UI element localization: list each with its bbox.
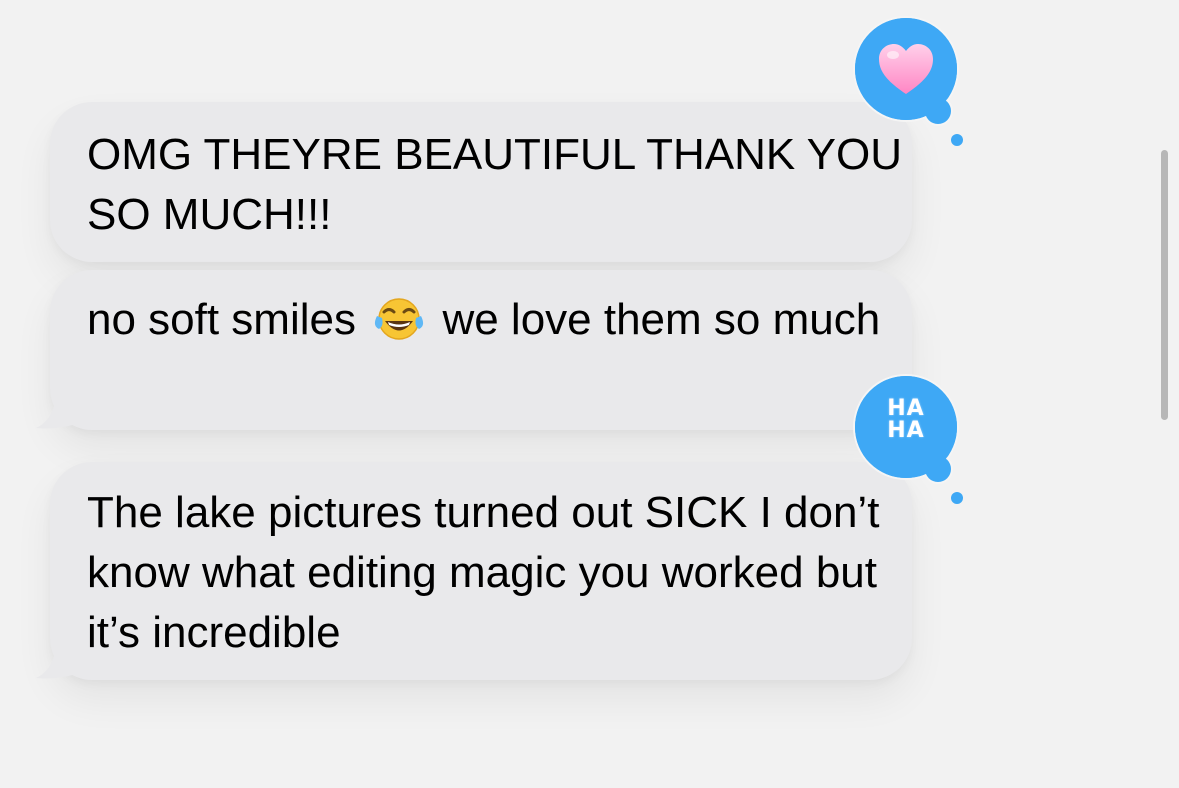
message-text: The lake pictures turned out SICK I don’… (87, 488, 880, 657)
message-thread: OMG THEYRE BEAUTIFUL THANK YOU SO MUCH!!… (0, 0, 1179, 788)
message-text: OMG THEYRE BEAUTIFUL THANK YOU SO MUCH!!… (87, 130, 902, 239)
face-with-tears-of-joy-icon (375, 298, 424, 340)
tapback-tail-dot (951, 492, 963, 504)
message-text: no soft smiles we love them so much (87, 290, 912, 350)
message-text-before-emoji: no soft smiles (87, 295, 369, 344)
bubble-tail (36, 394, 76, 429)
message-bubble[interactable]: OMG THEYRE BEAUTIFUL THANK YOU SO MUCH!!… (50, 102, 912, 262)
tapback-tail-dot (951, 134, 963, 146)
message-bubble[interactable]: The lake pictures turned out SICK I don’… (36, 462, 912, 680)
heart-tapback[interactable] (855, 18, 963, 146)
bubble-tail (36, 644, 76, 679)
haha-tapback[interactable]: HA HA (855, 376, 963, 504)
haha-line: HA (887, 418, 925, 443)
haha-icon: HA HA (855, 398, 957, 442)
message-text-after-emoji: we love them so much (430, 295, 881, 344)
scrollbar[interactable] (1161, 150, 1168, 420)
message-bubble[interactable]: no soft smiles we love them so much (36, 270, 912, 430)
heart-icon (879, 44, 933, 94)
haha-line: HA (887, 396, 925, 421)
